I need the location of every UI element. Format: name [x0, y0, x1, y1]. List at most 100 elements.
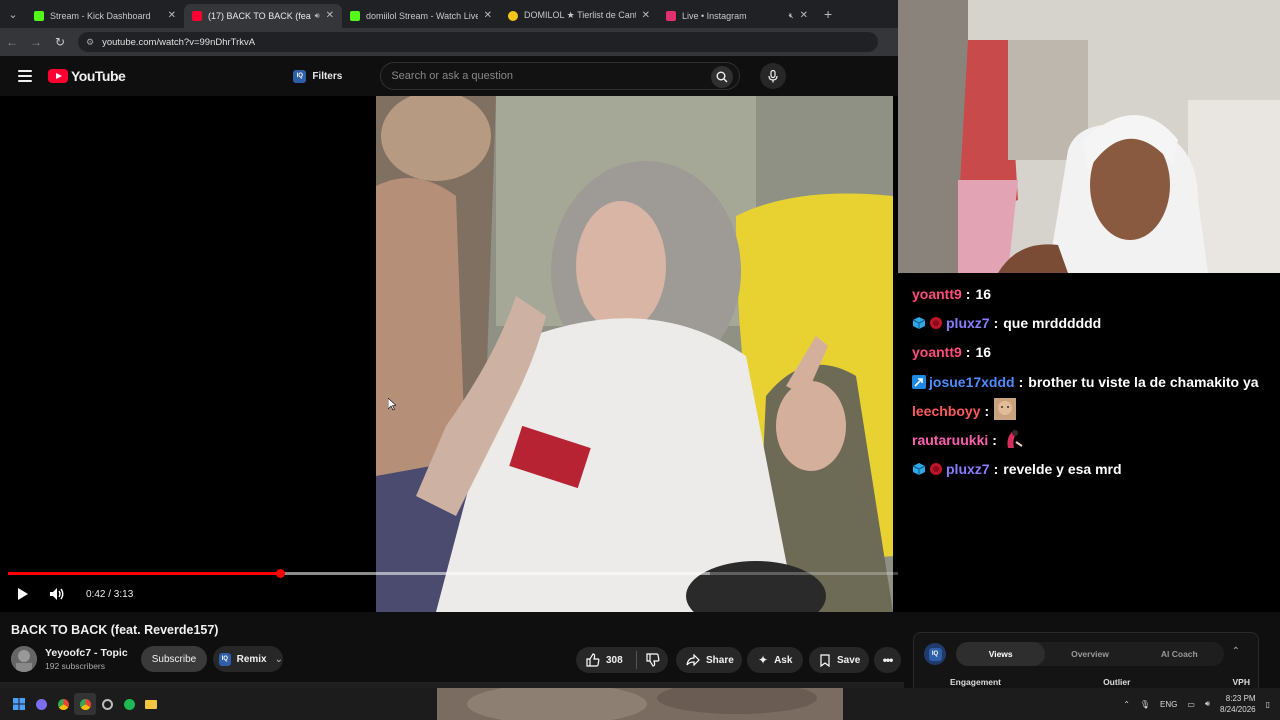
like-button[interactable]: 308: [576, 653, 636, 667]
notifications-icon[interactable]: ▯: [1266, 700, 1270, 709]
subscriber-count: 192 subscribers: [45, 661, 106, 671]
chat-message: yoantt9:16: [898, 338, 1280, 367]
video-frame[interactable]: [376, 96, 893, 612]
volume-icon: [50, 588, 64, 600]
iq-icon: IQ: [293, 69, 307, 83]
tab-search-icon[interactable]: ⌄: [0, 0, 26, 28]
scrubber-handle[interactable]: [276, 569, 286, 578]
iq-tabs: Views Overview AI Coach: [956, 642, 1224, 666]
language-indicator[interactable]: ENG: [1160, 700, 1177, 709]
play-icon: [18, 588, 28, 600]
chat-username[interactable]: josue17xddd: [929, 374, 1015, 390]
chat-username[interactable]: yoantt9: [912, 286, 962, 302]
ask-button[interactable]: ✦ Ask: [747, 647, 803, 673]
chat-separator: :: [1018, 373, 1024, 390]
tab-domiilol-stream[interactable]: domiilol Stream - Watch Live o ✕: [342, 4, 500, 28]
iq-tab-overview[interactable]: Overview: [1045, 642, 1134, 666]
channel-name[interactable]: Yeyoofc7 - Topic: [45, 647, 128, 659]
chat-message: leechboyy:: [898, 396, 1280, 425]
close-icon[interactable]: ✕: [800, 10, 808, 21]
file-explorer-icon[interactable]: [140, 693, 162, 715]
youtube-logo[interactable]: YouTube: [48, 68, 126, 84]
webcam-image: [898, 0, 1280, 273]
windows-start-icon[interactable]: [8, 693, 30, 715]
chat-separator: :: [993, 461, 999, 478]
tab-kick-dashboard[interactable]: Stream - Kick Dashboard ✕: [26, 4, 184, 28]
obs-icon[interactable]: [96, 693, 118, 715]
instagram-icon: [666, 10, 676, 21]
tray-overflow-icon[interactable]: ⌃: [1123, 700, 1130, 709]
emote-image: [1002, 428, 1024, 453]
stream-chat: yoantt9:16 pluxz7: que mrdddddd yoantt9:16 j…: [898, 273, 1280, 612]
microphone-icon: [768, 69, 778, 82]
chat-text: brother tu viste la de chamakito ya: [1028, 373, 1259, 390]
cube-badge-icon: [912, 462, 926, 476]
iq-columns: Engagement Outlier VPH: [950, 677, 1250, 687]
chat-message: pluxz7: revelde y esa mrd: [898, 455, 1280, 484]
kick-icon: [34, 10, 44, 21]
channel-info[interactable]: Yeyoofc7 - Topic 192 subscribers: [11, 646, 128, 672]
reload-icon[interactable]: ↻: [48, 35, 72, 49]
chrome-active-icon[interactable]: [74, 693, 96, 715]
video-image: [376, 96, 893, 612]
site-info-icon[interactable]: ⚙: [86, 37, 94, 48]
volume-button[interactable]: [48, 585, 66, 603]
tab-tierlist[interactable]: DOMILOL ★ Tierlist de Cantant ✕: [500, 4, 658, 28]
channel-avatar[interactable]: [11, 646, 37, 672]
close-icon[interactable]: ✕: [642, 10, 650, 21]
close-icon[interactable]: ✕: [484, 10, 492, 21]
more-actions-button[interactable]: •••: [874, 647, 901, 673]
menu-icon[interactable]: [18, 70, 32, 82]
back-icon[interactable]: ←: [0, 35, 24, 49]
url-field[interactable]: ⚙ youtube.com/watch?v=99nDhrTrkvA: [78, 32, 878, 52]
forward-icon[interactable]: →: [24, 35, 48, 49]
search-input[interactable]: Search or ask a question: [380, 62, 741, 90]
iq-col-outlier: Outlier: [1103, 677, 1131, 687]
youtube-header: YouTube IQ Filters Search or ask a quest…: [0, 56, 898, 96]
speaker-icon[interactable]: 🔊︎: [315, 11, 320, 21]
iq-icon: IQ: [219, 652, 231, 666]
tab-instagram[interactable]: Live • Instagram 🔇︎ ✕: [658, 4, 816, 28]
iq-tab-ai-coach[interactable]: AI Coach: [1135, 642, 1224, 666]
remix-button[interactable]: IQ Remix ⌄: [213, 646, 283, 672]
iq-tab-views[interactable]: Views: [956, 642, 1046, 666]
close-icon[interactable]: ✕: [168, 10, 176, 21]
video-info-section: BACK TO BACK (feat. Reverde157) Yeyoofc7…: [0, 612, 1280, 702]
tab-youtube[interactable]: (17) BACK TO BACK (feat. R 🔊︎ ✕: [184, 3, 342, 28]
share-button[interactable]: Share: [676, 647, 742, 673]
volume-icon[interactable]: 🔊︎: [1205, 699, 1210, 709]
chat-message: josue17xddd: brother tu viste la de chama…: [898, 367, 1280, 396]
youtube-play-icon: [48, 69, 68, 83]
monitor-icon[interactable]: ▭: [1187, 700, 1195, 709]
new-tab-icon[interactable]: +: [824, 6, 832, 22]
close-icon[interactable]: ✕: [326, 10, 334, 21]
chat-username[interactable]: pluxz7: [946, 315, 990, 331]
save-button[interactable]: Save: [809, 647, 869, 673]
dislike-button[interactable]: [637, 653, 668, 667]
chrome-icon[interactable]: [52, 693, 74, 715]
video-title: BACK TO BACK (feat. Reverde157): [11, 623, 219, 637]
chat-separator: :: [992, 432, 997, 449]
chat-username[interactable]: yoantt9: [912, 344, 962, 360]
chat-username[interactable]: pluxz7: [946, 461, 990, 477]
filters-button[interactable]: IQ Filters: [293, 69, 342, 83]
system-tray: ⌃ 🎙︎ ENG ▭ 🔊︎ 8:23 PM 8/24/2026 ▯: [1123, 688, 1270, 720]
chevron-up-icon[interactable]: ⌃: [1232, 646, 1240, 657]
voice-search-button[interactable]: [760, 63, 787, 89]
chat-message: rautaruukki:: [898, 425, 1280, 454]
time-display: 0:42 / 3:13: [86, 588, 134, 600]
chat-username[interactable]: rautaruukki: [912, 432, 988, 448]
like-dislike-group: 308: [576, 647, 668, 673]
subscribe-button[interactable]: Subscribe: [141, 646, 207, 672]
app-icon-purple[interactable]: [30, 693, 52, 715]
muted-icon[interactable]: 🔇︎: [789, 11, 794, 21]
chat-username[interactable]: leechboyy: [912, 403, 980, 419]
clock[interactable]: 8:23 PM 8/24/2026: [1220, 693, 1256, 715]
chat-text: que mrdddddd: [1003, 314, 1102, 331]
microphone-icon[interactable]: 🎙︎: [1140, 700, 1150, 709]
chat-message: pluxz7: que mrdddddd: [898, 308, 1280, 337]
thumbs-up-icon: [586, 653, 600, 667]
play-button[interactable]: [14, 585, 32, 603]
spotify-icon[interactable]: [118, 693, 140, 715]
search-button[interactable]: [711, 66, 734, 88]
